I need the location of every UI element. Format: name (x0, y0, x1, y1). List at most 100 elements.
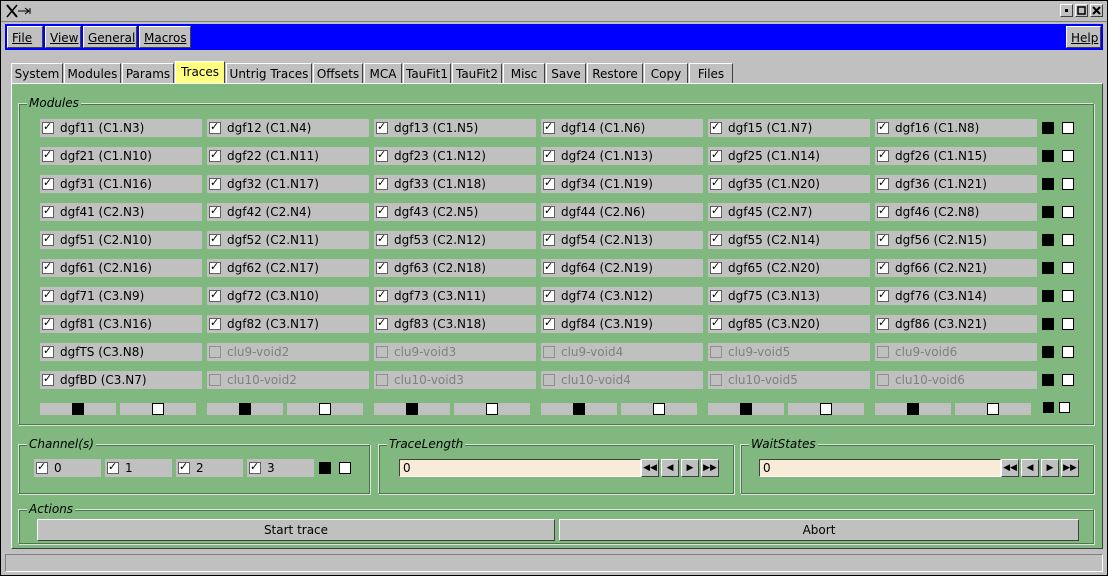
module-checkbutton[interactable]: dgf12 (C1.N4) (207, 119, 369, 137)
global-select-all-button[interactable] (1043, 402, 1054, 413)
channels-select-all-button[interactable] (319, 462, 331, 474)
tab-untrig-traces[interactable]: Untrig Traces (226, 63, 312, 83)
tab-save[interactable]: Save (546, 63, 586, 83)
module-checkbox[interactable] (877, 148, 889, 162)
column-select-all-button[interactable] (875, 403, 951, 415)
module-checkbutton[interactable]: dgf15 (C1.N7) (708, 119, 870, 137)
module-checkbutton[interactable]: dgf52 (C2.N11) (207, 231, 369, 249)
tab-system[interactable]: System (11, 63, 63, 83)
waitstates-first-button[interactable]: ◀◀ (1001, 459, 1019, 477)
tab-files[interactable]: Files (689, 63, 733, 83)
module-checkbox[interactable] (710, 176, 722, 190)
module-checkbox[interactable] (710, 316, 722, 330)
start-trace-button[interactable]: Start trace (37, 519, 555, 541)
row-select-all-button[interactable] (1042, 206, 1054, 218)
module-checkbox[interactable] (376, 120, 388, 134)
module-checkbutton[interactable]: dgf56 (C2.N15) (875, 231, 1037, 249)
module-checkbox[interactable] (877, 260, 889, 274)
module-checkbutton[interactable]: dgf76 (C3.N14) (875, 287, 1037, 305)
column-select-all-button[interactable] (374, 403, 450, 415)
module-checkbox[interactable] (42, 344, 54, 358)
column-select-all-button[interactable] (40, 403, 116, 415)
module-checkbutton[interactable]: dgf13 (C1.N5) (374, 119, 536, 137)
module-checkbutton[interactable]: dgf34 (C1.N19) (541, 175, 703, 193)
column-select-all-button[interactable] (541, 403, 617, 415)
module-checkbutton[interactable]: dgf31 (C1.N16) (40, 175, 202, 193)
module-checkbutton[interactable]: dgf43 (C2.N5) (374, 203, 536, 221)
module-checkbutton[interactable]: dgfTS (C3.N8) (40, 343, 202, 361)
module-checkbutton[interactable]: dgf21 (C1.N10) (40, 147, 202, 165)
row-select-none-button[interactable] (1062, 206, 1074, 218)
module-checkbox[interactable] (209, 120, 221, 134)
module-checkbutton[interactable]: dgf23 (C1.N12) (374, 147, 536, 165)
module-checkbox[interactable] (376, 316, 388, 330)
row-select-all-button[interactable] (1042, 374, 1054, 386)
module-checkbox[interactable] (710, 120, 722, 134)
module-checkbox[interactable] (376, 148, 388, 162)
channels-select-none-button[interactable] (339, 462, 351, 474)
module-checkbutton[interactable]: dgf11 (C1.N3) (40, 119, 202, 137)
module-checkbutton[interactable]: dgf16 (C1.N8) (875, 119, 1037, 137)
module-checkbox[interactable] (877, 120, 889, 134)
module-checkbox[interactable] (543, 176, 555, 190)
module-checkbox[interactable] (209, 176, 221, 190)
column-select-none-button[interactable] (120, 403, 196, 415)
row-select-all-button[interactable] (1042, 122, 1054, 134)
menu-general[interactable]: General (83, 26, 137, 48)
module-checkbox[interactable] (877, 288, 889, 302)
module-checkbutton[interactable]: dgf72 (C3.N10) (207, 287, 369, 305)
tab-traces[interactable]: Traces (175, 61, 225, 83)
module-checkbox[interactable] (376, 260, 388, 274)
module-checkbox[interactable] (209, 148, 221, 162)
module-checkbutton[interactable]: dgf54 (C2.N13) (541, 231, 703, 249)
module-checkbox[interactable] (376, 232, 388, 246)
module-checkbox[interactable] (209, 288, 221, 302)
module-checkbox[interactable] (42, 120, 54, 134)
module-checkbutton[interactable]: dgf55 (C2.N14) (708, 231, 870, 249)
tab-taufit2[interactable]: TauFit2 (452, 63, 502, 83)
module-checkbutton[interactable]: dgf42 (C2.N4) (207, 203, 369, 221)
channel-checkbox[interactable] (107, 460, 119, 474)
row-select-none-button[interactable] (1062, 346, 1074, 358)
column-select-none-button[interactable] (287, 403, 363, 415)
module-checkbutton[interactable]: dgf32 (C1.N17) (207, 175, 369, 193)
channel-checkbutton[interactable]: 1 (105, 459, 172, 477)
module-checkbutton[interactable]: dgfBD (C3.N7) (40, 371, 202, 389)
menu-view[interactable]: View (45, 26, 81, 48)
module-checkbox[interactable] (42, 232, 54, 246)
tab-copy[interactable]: Copy (644, 63, 688, 83)
tab-restore[interactable]: Restore (587, 63, 643, 83)
module-checkbox[interactable] (42, 148, 54, 162)
tracelength-first-button[interactable]: ◀◀ (641, 459, 659, 477)
module-checkbutton[interactable]: dgf45 (C2.N7) (708, 203, 870, 221)
module-checkbox[interactable] (42, 316, 54, 330)
waitstates-last-button[interactable]: ▶▶ (1061, 459, 1079, 477)
tracelength-input[interactable]: 0 (399, 459, 641, 477)
module-checkbutton[interactable]: dgf14 (C1.N6) (541, 119, 703, 137)
waitstates-prev-button[interactable]: ◀ (1021, 459, 1039, 477)
module-checkbutton[interactable]: dgf62 (C2.N17) (207, 259, 369, 277)
tab-taufit1[interactable]: TauFit1 (403, 63, 451, 83)
close-icon[interactable] (1090, 4, 1103, 17)
module-checkbox[interactable] (376, 288, 388, 302)
menu-macros[interactable]: Macros (139, 26, 191, 48)
row-select-all-button[interactable] (1042, 262, 1054, 274)
module-checkbox[interactable] (42, 260, 54, 274)
module-checkbutton[interactable]: dgf83 (C3.N18) (374, 315, 536, 333)
module-checkbutton[interactable]: dgf51 (C2.N10) (40, 231, 202, 249)
tracelength-next-button[interactable]: ▶ (681, 459, 699, 477)
module-checkbox[interactable] (543, 120, 555, 134)
channel-checkbox[interactable] (36, 460, 48, 474)
maximize-icon[interactable] (1075, 4, 1088, 17)
module-checkbox[interactable] (710, 260, 722, 274)
module-checkbox[interactable] (877, 176, 889, 190)
module-checkbutton[interactable]: dgf64 (C2.N19) (541, 259, 703, 277)
module-checkbutton[interactable]: dgf46 (C2.N8) (875, 203, 1037, 221)
tracelength-last-button[interactable]: ▶▶ (701, 459, 719, 477)
row-select-none-button[interactable] (1062, 178, 1074, 190)
module-checkbox[interactable] (42, 372, 54, 386)
module-checkbox[interactable] (42, 204, 54, 218)
module-checkbutton[interactable]: dgf44 (C2.N6) (541, 203, 703, 221)
row-select-none-button[interactable] (1062, 290, 1074, 302)
tab-offsets[interactable]: Offsets (313, 63, 363, 83)
